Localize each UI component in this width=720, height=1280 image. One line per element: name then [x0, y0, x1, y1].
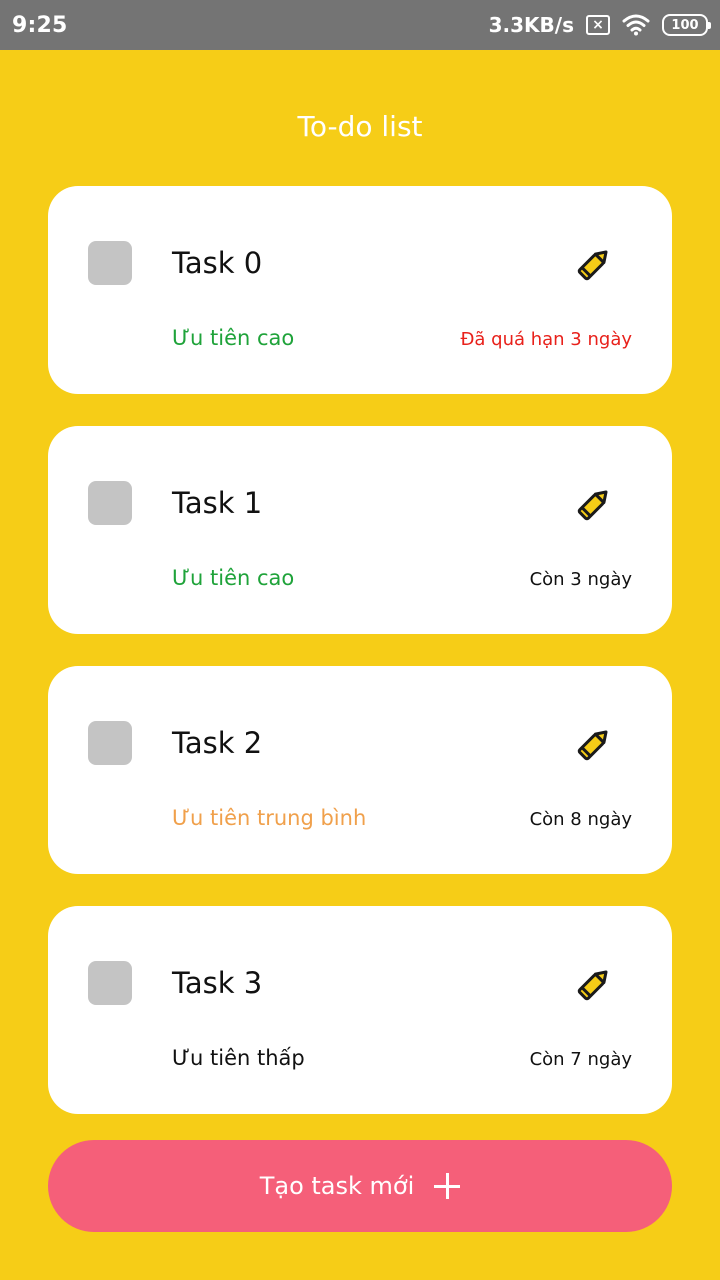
task-checkbox[interactable] — [88, 721, 132, 765]
task-due: Còn 7 ngày — [529, 1049, 632, 1070]
pencil-icon[interactable] — [574, 724, 614, 764]
task-name: Task 2 — [172, 726, 263, 760]
pencil-icon[interactable] — [574, 964, 614, 1004]
task-card[interactable]: Task 3 Ưu tiên thấp Còn 7 ngày — [48, 906, 672, 1114]
task-checkbox[interactable] — [88, 961, 132, 1005]
network-speed: 3.3KB/s — [488, 13, 574, 37]
create-task-button[interactable]: Tạo task mới — [48, 1140, 672, 1232]
page-title: To-do list — [297, 110, 423, 143]
status-time: 9:25 — [12, 12, 68, 38]
task-name: Task 0 — [172, 246, 263, 280]
plus-icon — [434, 1173, 461, 1199]
pencil-icon[interactable] — [574, 484, 614, 524]
create-task-label: Tạo task mới — [259, 1172, 415, 1200]
task-priority: Ưu tiên thấp — [172, 1046, 305, 1070]
task-priority: Ưu tiên cao — [172, 326, 295, 350]
wifi-icon — [622, 14, 650, 36]
task-card[interactable]: Task 2 Ưu tiên trung bình Còn 8 ngày — [48, 666, 672, 874]
task-due: Còn 8 ngày — [529, 809, 632, 830]
task-checkbox[interactable] — [88, 481, 132, 525]
task-card[interactable]: Task 0 Ưu tiên cao Đã quá hạn 3 ngày — [48, 186, 672, 394]
task-due: Còn 3 ngày — [529, 569, 632, 590]
task-name: Task 1 — [172, 486, 263, 520]
task-card[interactable]: Task 1 Ưu tiên cao Còn 3 ngày — [48, 426, 672, 634]
status-right: 3.3KB/s × 100 — [488, 13, 711, 37]
task-priority: Ưu tiên cao — [172, 566, 295, 590]
task-priority: Ưu tiên trung bình — [172, 806, 367, 830]
task-due: Đã quá hạn 3 ngày — [460, 329, 632, 350]
status-bar: 9:25 3.3KB/s × 100 — [0, 0, 720, 50]
pencil-icon[interactable] — [574, 244, 614, 284]
battery-icon: 100 — [662, 14, 711, 36]
sim-off-icon: × — [586, 15, 610, 35]
task-name: Task 3 — [172, 966, 263, 1000]
task-checkbox[interactable] — [88, 241, 132, 285]
